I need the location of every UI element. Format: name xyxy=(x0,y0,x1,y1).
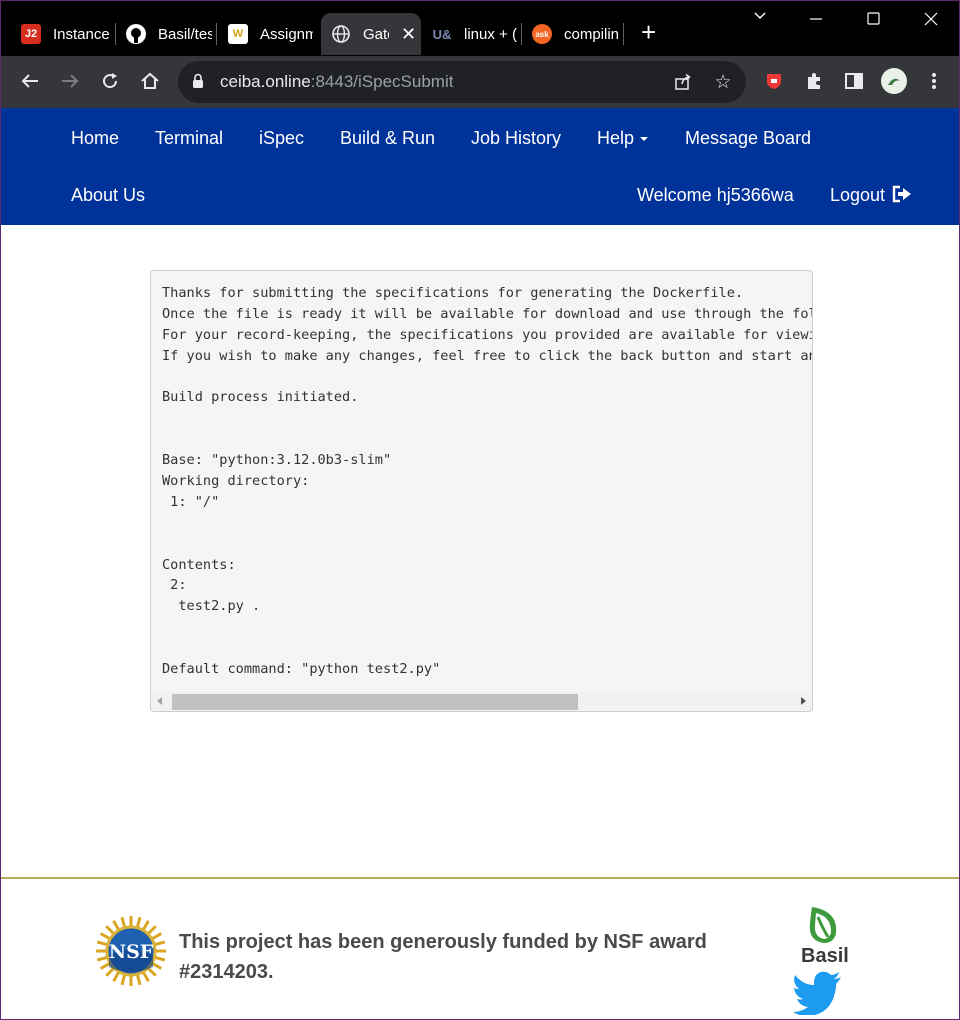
tab-compiling[interactable]: ask compilin xyxy=(522,13,618,55)
horizontal-scrollbar[interactable] xyxy=(152,692,811,710)
url-text[interactable]: ceiba.online:8443/iSpecSubmit xyxy=(220,72,453,92)
tab-title: compilin xyxy=(564,25,618,43)
j2-icon: J2 xyxy=(21,24,41,44)
nav-help-dropdown[interactable]: Help xyxy=(597,128,649,149)
menu-dots-icon[interactable] xyxy=(921,68,947,94)
tab-linux[interactable]: U& linux + ( xyxy=(422,13,518,55)
output-line: Default command: "python test2.py" xyxy=(162,661,441,678)
nav-home[interactable]: Home xyxy=(71,128,119,149)
tab-separator xyxy=(623,23,624,45)
nav-job-history[interactable]: Job History xyxy=(471,128,561,149)
output-line: Build process initiated. xyxy=(162,389,359,406)
back-icon[interactable] xyxy=(17,68,43,94)
output-line: 1: "/" xyxy=(162,493,220,510)
tab-search-icon[interactable] xyxy=(753,9,767,28)
profile-avatar-icon[interactable] xyxy=(881,68,907,94)
logout-icon xyxy=(892,185,912,208)
reload-icon[interactable] xyxy=(97,68,123,94)
browser-window: J2 Instance Basil/tes W Assignm Gate ✕ U… xyxy=(0,0,960,1020)
nav-about-us[interactable]: About Us xyxy=(71,185,145,206)
side-panel-icon[interactable] xyxy=(841,68,867,94)
ud-icon: U& xyxy=(432,26,452,42)
output-line: For your record-keeping, the specificati… xyxy=(162,326,812,343)
bookmark-star-icon[interactable]: ☆ xyxy=(712,71,734,93)
output-lines: Thanks for submitting the specifications… xyxy=(162,283,812,680)
address-bar[interactable]: ceiba.online:8443/iSpecSubmit ☆ xyxy=(178,61,746,103)
w-logo-icon: W xyxy=(228,24,248,44)
nsf-logo-text: NSF xyxy=(109,941,154,963)
tab-strip: J2 Instance Basil/tes W Assignm Gate ✕ U… xyxy=(1,1,959,56)
nav-help-label: Help xyxy=(597,128,635,148)
basil-leaf-icon[interactable] xyxy=(798,903,848,945)
nav-build-run[interactable]: Build & Run xyxy=(340,128,435,149)
output-line: Working directory: xyxy=(162,473,310,490)
tab-separator xyxy=(216,23,217,45)
output-line: 2: xyxy=(162,577,187,594)
forward-icon[interactable] xyxy=(57,68,83,94)
footer-divider xyxy=(1,877,959,879)
funding-statement: This project has been generously funded … xyxy=(179,931,707,983)
share-icon[interactable] xyxy=(672,71,694,93)
lock-icon[interactable] xyxy=(192,73,204,89)
tab-title: Instance xyxy=(53,25,110,43)
welcome-text: Welcome hj5366wa xyxy=(637,185,794,205)
home-icon[interactable] xyxy=(137,68,163,94)
site-navbar: Home Terminal iSpec Build & Run Job Hist… xyxy=(1,108,959,225)
nsf-logo[interactable]: NSF xyxy=(95,915,167,987)
tab-instance[interactable]: J2 Instance xyxy=(11,13,111,55)
nav-message-board[interactable]: Message Board xyxy=(685,128,811,149)
output-line: Contents: xyxy=(162,556,236,573)
nav-logout[interactable]: Logout xyxy=(830,185,912,208)
close-window-icon[interactable] xyxy=(924,12,938,31)
tab-title: linux + ( xyxy=(464,25,517,43)
extensions-puzzle-icon[interactable] xyxy=(801,68,827,94)
tab-gate-active[interactable]: Gate ✕ xyxy=(321,13,421,55)
scrollbar-thumb[interactable] xyxy=(172,694,578,710)
url-host: ceiba.online xyxy=(220,72,311,91)
basil-label: Basil xyxy=(801,945,849,967)
caret-down-icon xyxy=(640,137,649,142)
minimize-icon[interactable] xyxy=(809,12,823,31)
ask-icon: ask xyxy=(532,24,552,44)
output-line: Once the file is ready it will be availa… xyxy=(162,305,812,322)
globe-icon xyxy=(331,24,351,44)
github-icon xyxy=(126,24,146,44)
logout-label: Logout xyxy=(830,185,886,205)
output-line: If you wish to make any changes, feel fr… xyxy=(162,347,812,364)
nav-ispec[interactable]: iSpec xyxy=(259,128,304,149)
browser-toolbar: ceiba.online:8443/iSpecSubmit ☆ xyxy=(1,56,959,108)
tab-github[interactable]: Basil/tes xyxy=(116,13,212,55)
close-tab-icon[interactable]: ✕ xyxy=(401,24,416,45)
shield-extension-icon[interactable] xyxy=(761,68,787,94)
new-tab-button[interactable]: + xyxy=(641,19,656,45)
twitter-icon[interactable] xyxy=(793,971,843,1017)
output-line: test2.py . xyxy=(162,598,261,615)
tab-title: Basil/tes xyxy=(158,25,212,43)
scroll-left-arrow-icon[interactable] xyxy=(157,697,162,705)
tab-title: Assignm xyxy=(260,25,313,43)
tab-assignment[interactable]: W Assignm xyxy=(218,13,313,55)
maximize-icon[interactable] xyxy=(867,12,881,31)
tab-title: Gate xyxy=(363,25,389,43)
submission-output: Thanks for submitting the specifications… xyxy=(150,270,813,712)
output-line: Base: "python:3.12.0b3-slim" xyxy=(162,452,392,469)
nav-terminal[interactable]: Terminal xyxy=(155,128,223,149)
url-path: :8443/iSpecSubmit xyxy=(310,72,454,91)
scroll-right-arrow-icon[interactable] xyxy=(801,697,806,705)
output-line: Thanks for submitting the specifications… xyxy=(162,285,744,301)
